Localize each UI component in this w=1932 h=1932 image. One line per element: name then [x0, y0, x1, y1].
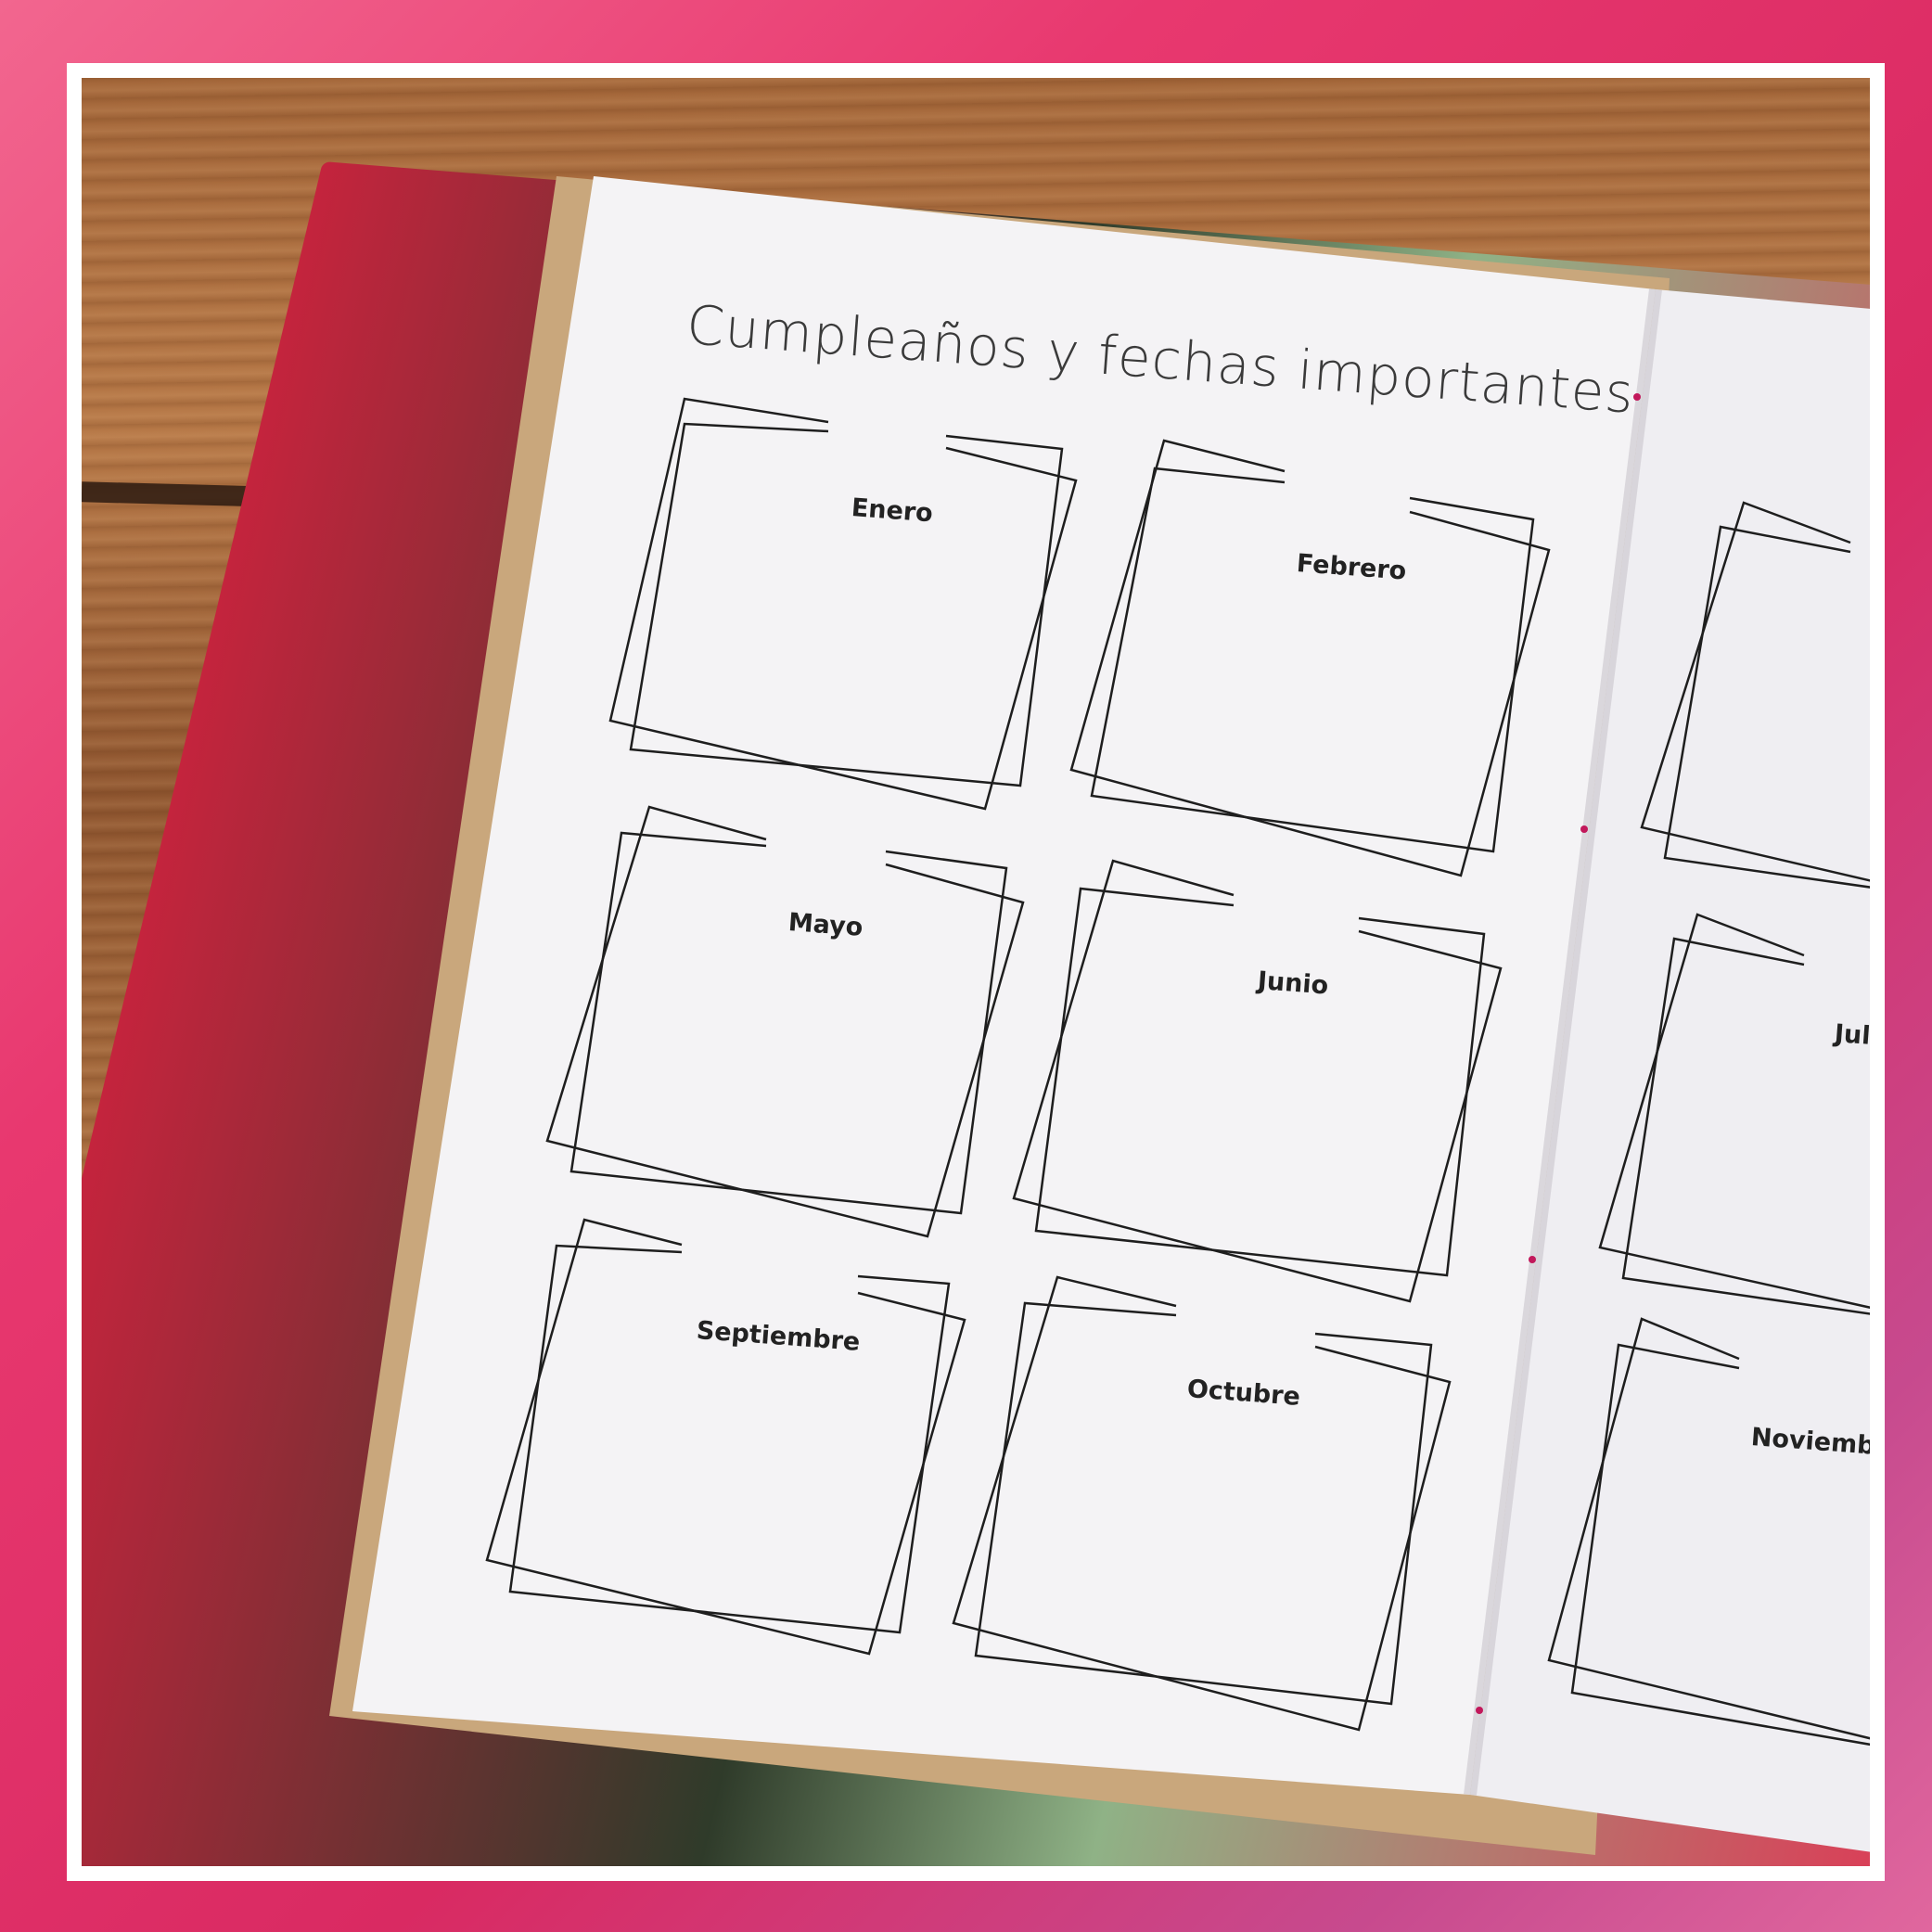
month-label-junio: Junio — [1256, 966, 1330, 1001]
month-label-julio: Juli — [1833, 1019, 1870, 1052]
stitch — [1529, 1256, 1536, 1263]
month-label-enero: Enero — [850, 493, 934, 529]
stitch — [1633, 393, 1641, 401]
month-label-mayo: Mayo — [787, 908, 864, 942]
stitch — [1476, 1707, 1483, 1714]
stitch — [1580, 825, 1588, 833]
photo: Cumpleaños y fechas importantes Enero Fe… — [82, 78, 1870, 1866]
